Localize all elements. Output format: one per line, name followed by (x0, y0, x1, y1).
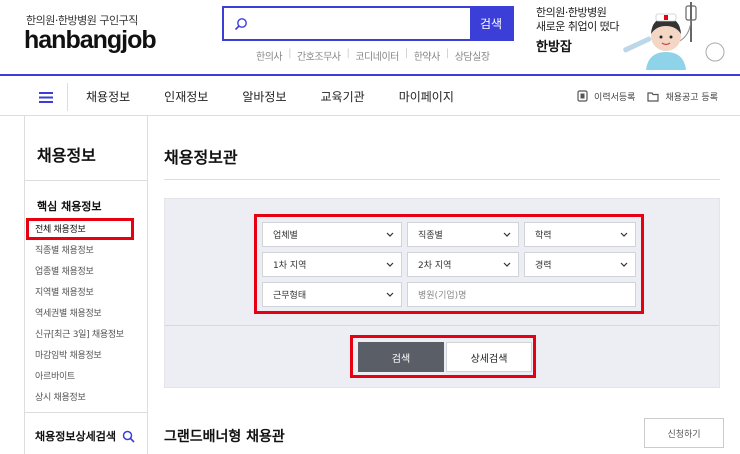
page-title: 채용정보관 (164, 148, 238, 167)
apply-button[interactable]: 신청하기 (644, 418, 724, 448)
nav-item-talent[interactable]: 인재정보 (164, 88, 208, 105)
hamburger-icon (38, 91, 53, 103)
promo-banner-text[interactable]: 한의원·한방병원 새로운 취업이 떴다 (536, 6, 619, 34)
quick-link[interactable]: 상담실장 (455, 48, 490, 63)
quick-link[interactable]: 코디네이터 (355, 48, 399, 63)
sidebar-item-by-occupation[interactable]: 직종별 채용정보 (35, 243, 94, 256)
search-bar: 검색 (222, 6, 514, 41)
sidebar-item-new[interactable]: 신규[최근 3일] 채용정보 (35, 327, 124, 340)
sidebar-item-by-industry[interactable]: 업종별 채용정보 (35, 264, 94, 277)
search-icon (122, 430, 135, 443)
quick-link[interactable]: 간호조무사 (297, 48, 341, 63)
divider (25, 412, 147, 413)
divider (165, 325, 719, 326)
sidebar-item-closing-soon[interactable]: 마감임박 채용정보 (35, 348, 102, 361)
sidebar-item-always[interactable]: 상시 채용정보 (35, 390, 86, 403)
register-resume-label: 이력서등록 (594, 92, 636, 103)
search-button[interactable]: 검색 (470, 8, 512, 39)
hamburger-menu-button[interactable] (24, 83, 68, 111)
quick-links: 한의사 | 간호조무사 | 코디네이터 | 한약사 | 상담실장 (256, 48, 490, 63)
register-job-post-button[interactable]: 채용공고 등록 (647, 90, 718, 103)
sidebar-item-by-region[interactable]: 지역별 채용정보 (35, 285, 94, 298)
promo-brand: 한방잡 (536, 40, 572, 55)
sidebar-detail-search-label: 채용정보상세검색 (35, 430, 116, 443)
register-resume-button[interactable]: 이력서등록 (577, 90, 635, 103)
nurse-illustration-icon (623, 2, 725, 70)
divider (25, 180, 147, 181)
quick-link[interactable]: 한의사 (256, 48, 283, 63)
sidebar-title: 채용정보 (37, 146, 96, 165)
promo-line1: 한의원·한방병원 (536, 6, 607, 19)
sidebar: 채용정보 핵심 채용정보 전체 채용정보 직종별 채용정보 업종별 채용정보 지… (24, 116, 148, 454)
brand-banner-section-title: 그랜드배너형 채용관 (164, 429, 285, 445)
nav-item-parttime[interactable]: 알바정보 (242, 88, 286, 105)
resume-icon (577, 90, 588, 102)
quick-link[interactable]: 한약사 (414, 48, 441, 63)
search-input[interactable] (258, 8, 470, 39)
divider (164, 179, 720, 180)
nav-item-mypage[interactable]: 마이페이지 (399, 88, 454, 105)
highlight-box (350, 335, 536, 378)
main-nav: 채용정보 인재정보 알바정보 교육기관 마이페이지 이력서등록 채용공고 등록 (0, 74, 740, 116)
sidebar-section-title: 핵심 채용정보 (37, 200, 102, 213)
sidebar-item-parttime[interactable]: 아르바이트 (35, 369, 75, 382)
highlight-box (26, 218, 134, 240)
site-logo[interactable]: hanbangjob (24, 26, 157, 55)
nav-item-education[interactable]: 교육기관 (321, 88, 365, 105)
register-job-post-label: 채용공고 등록 (665, 92, 718, 103)
nav-item-jobs[interactable]: 채용정보 (86, 88, 130, 105)
folder-icon (647, 91, 660, 102)
search-icon (224, 8, 258, 39)
promo-line2: 새로운 취업이 떴다 (536, 20, 619, 33)
highlight-box (254, 214, 644, 314)
sidebar-detail-search[interactable]: 채용정보상세검색 (35, 428, 135, 444)
sidebar-item-by-station[interactable]: 역세권별 채용정보 (35, 306, 102, 319)
